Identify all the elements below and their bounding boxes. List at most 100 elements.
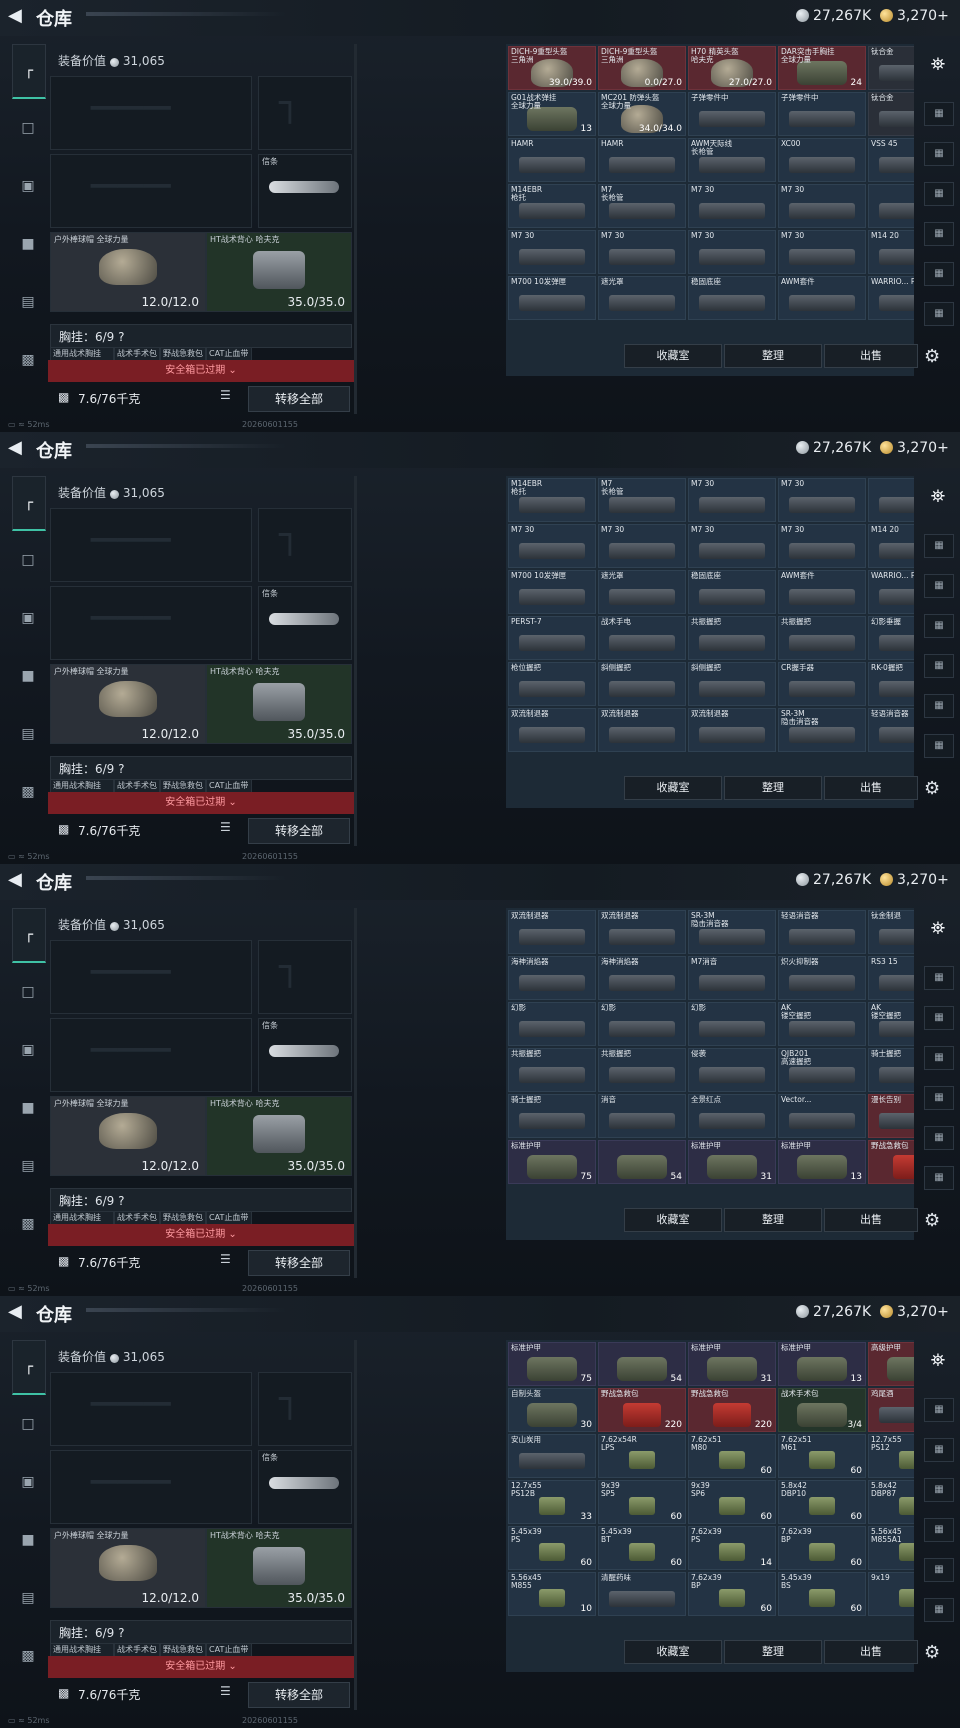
stash-item[interactable]: 共振握把	[688, 616, 776, 660]
stash-item[interactable]: H70 精英头盔 哈夫克 27.0/27.0	[688, 46, 776, 90]
stash-item[interactable]: 幻影	[508, 1002, 596, 1046]
toolbox-tab-icon[interactable]: ▩	[14, 1642, 42, 1670]
stash-grid[interactable]: M14EBR 枪托 M7 长枪管 M7 30 M7 30 M7 30 M7 30 M7 30…	[506, 476, 914, 808]
stash-page-icon[interactable]: ▦	[924, 262, 954, 286]
backpack-tab-icon[interactable]: ■	[14, 1526, 42, 1554]
stash-page-icon[interactable]: ▦	[924, 1166, 954, 1190]
stash-item[interactable]: 54	[598, 1140, 686, 1184]
gold-currency[interactable]: 3,270+	[880, 8, 949, 24]
gold-currency[interactable]: 3,270+	[880, 872, 949, 888]
warehouse-tab-icon[interactable]: ⛯	[924, 54, 952, 76]
stash-item[interactable]: 钛合金	[868, 92, 914, 136]
stash-item[interactable]: M14 20	[868, 230, 914, 274]
stash-item[interactable]: AWM套件	[778, 276, 866, 320]
chest-rig-bar[interactable]: 胸挂：6/9 ?	[50, 1188, 352, 1212]
stash-item[interactable]: 消音	[598, 1094, 686, 1138]
safe-box-expired-banner[interactable]: 安全箱已过期 ⌄	[48, 792, 354, 814]
backpack-tab-icon[interactable]: ■	[14, 662, 42, 690]
stash-item[interactable]: M7 30	[688, 478, 776, 522]
stash-page-icon[interactable]: ▦	[924, 1126, 954, 1150]
favorites-button[interactable]: 收藏室	[624, 776, 722, 800]
stash-item[interactable]: 稳固底座	[688, 276, 776, 320]
stash-item[interactable]: AK 镂空握把	[868, 1002, 914, 1046]
stash-item[interactable]: 战术手术包 3/4	[778, 1388, 866, 1432]
stash-item[interactable]: 标准护甲 31	[688, 1342, 776, 1386]
sort-button[interactable]: 整理	[724, 1208, 822, 1232]
back-arrow-icon[interactable]: ◀	[8, 1302, 28, 1322]
stash-item[interactable]: 子弹零件中	[778, 92, 866, 136]
stash-item[interactable]: 野战急救包 220	[598, 1388, 686, 1432]
stash-page-icon[interactable]: ▦	[924, 1598, 954, 1622]
stash-item[interactable]: WARRIO... PERST-7	[868, 276, 914, 320]
stash-item[interactable]: 骑士握把	[508, 1094, 596, 1138]
armor-tab-icon[interactable]: ▣	[14, 1468, 42, 1496]
armor-tab-icon[interactable]: ▣	[14, 604, 42, 632]
stash-item[interactable]: 标准护甲 13	[778, 1140, 866, 1184]
stash-item[interactable]: 双流制退器	[508, 910, 596, 954]
vest-slot[interactable]: HT战术背心 哈夫克 35.0/35.0	[206, 232, 352, 312]
chest-rig-bar[interactable]: 胸挂：6/9 ?	[50, 1620, 352, 1644]
back-arrow-icon[interactable]: ◀	[8, 870, 28, 890]
gold-currency[interactable]: 3,270+	[880, 1304, 949, 1320]
stash-item[interactable]: 骑士握把	[868, 1048, 914, 1092]
vest-tab-icon[interactable]: □	[14, 546, 42, 574]
stash-item[interactable]: 标准护甲 75	[508, 1342, 596, 1386]
toolbox-tab-icon[interactable]: ▩	[14, 778, 42, 806]
toolbox-tab-icon[interactable]: ▩	[14, 346, 42, 374]
stash-item[interactable]: 54	[598, 1342, 686, 1386]
armor-tab-icon[interactable]: ▣	[14, 172, 42, 200]
loadout-scrollbar[interactable]	[354, 476, 357, 846]
chest-rig-bar[interactable]: 胸挂：6/9 ?	[50, 324, 352, 348]
pistol-slot[interactable]: ┐	[258, 1372, 352, 1446]
stash-item[interactable]: 5.45x39 BT 60	[598, 1526, 686, 1570]
stash-item[interactable]: DICH-9重型头盔 三角洲 0.0/27.0	[598, 46, 686, 90]
stash-item[interactable]: 7.62x39 BP 60	[778, 1526, 866, 1570]
stash-item[interactable]: VSS 45	[868, 138, 914, 182]
stash-item[interactable]: 钛金制退	[868, 910, 914, 954]
stash-page-icon[interactable]: ▦	[924, 654, 954, 678]
stash-item[interactable]: M7消音	[688, 956, 776, 1000]
stash-item[interactable]: M7 长枪管	[598, 478, 686, 522]
stash-grid[interactable]: 双流制退器 双流制退器 SR-3M 隐击消音器 轻语消音器 钛金制退 海神消焰器 海神消焰器…	[506, 908, 914, 1240]
stash-item[interactable]: 5.45x39 BS 60	[778, 1572, 866, 1616]
stash-item[interactable]: DICH-9重型头盔 三角洲 39.0/39.0	[508, 46, 596, 90]
stash-item[interactable]: 清醒药味	[598, 1572, 686, 1616]
pistol-slot[interactable]: ┐	[258, 940, 352, 1014]
secondary-weapon-slot[interactable]: ───	[50, 1450, 252, 1524]
stash-page-icon[interactable]: ▦	[924, 734, 954, 758]
pistol-slot[interactable]: ┐	[258, 76, 352, 150]
vest-slot[interactable]: HT战术背心 哈夫克 35.0/35.0	[206, 1096, 352, 1176]
stash-item[interactable]: MC201 防弹头盔 全球力量 34.0/34.0	[598, 92, 686, 136]
sort-button[interactable]: 整理	[724, 344, 822, 368]
stash-item[interactable]: M700 10发弹匣	[508, 570, 596, 614]
move-all-button[interactable]: 转移全部	[248, 818, 350, 844]
stash-item[interactable]: M7 30	[688, 184, 776, 228]
stash-item[interactable]: 双流制退器	[508, 708, 596, 752]
vest-tab-icon[interactable]: □	[14, 1410, 42, 1438]
loadout-scrollbar[interactable]	[354, 44, 357, 414]
gear-icon[interactable]: ⚙	[924, 1210, 940, 1231]
stash-page-icon[interactable]: ▦	[924, 1398, 954, 1422]
vest-slot[interactable]: HT战术背心 哈夫克 35.0/35.0	[206, 1528, 352, 1608]
stash-item[interactable]	[868, 184, 914, 228]
weapon-tab-icon[interactable]: ┌	[12, 44, 46, 99]
loadout-scrollbar[interactable]	[354, 908, 357, 1278]
stash-item[interactable]: 幻影	[688, 1002, 776, 1046]
primary-weapon-slot[interactable]: ───	[50, 508, 252, 582]
stash-item[interactable]: 全景红点	[688, 1094, 776, 1138]
stash-item[interactable]: AK 镂空握把	[778, 1002, 866, 1046]
stash-item[interactable]: M14 20	[868, 524, 914, 568]
stash-item[interactable]: SR-3M 隐击消音器	[778, 708, 866, 752]
melee-slot[interactable]: 信条	[258, 154, 352, 228]
stash-item[interactable]: 轻语消音器	[868, 708, 914, 752]
gear-icon[interactable]: ⚙	[924, 1642, 940, 1663]
stash-page-icon[interactable]: ▦	[924, 694, 954, 718]
stash-item[interactable]: HAMR	[598, 138, 686, 182]
stash-item[interactable]: M14EBR 枪托	[508, 478, 596, 522]
stash-item[interactable]: 稳固底座	[688, 570, 776, 614]
stash-item[interactable]: 9x19	[868, 1572, 914, 1616]
stash-item[interactable]: 标准护甲 75	[508, 1140, 596, 1184]
stash-item[interactable]: 5.8x42 DBP8758	[868, 1480, 914, 1524]
helmet-slot[interactable]: 户外棒球帽 全球力量 12.0/12.0	[50, 1528, 206, 1608]
stash-item[interactable]: 7.62x39 PS 14	[688, 1526, 776, 1570]
